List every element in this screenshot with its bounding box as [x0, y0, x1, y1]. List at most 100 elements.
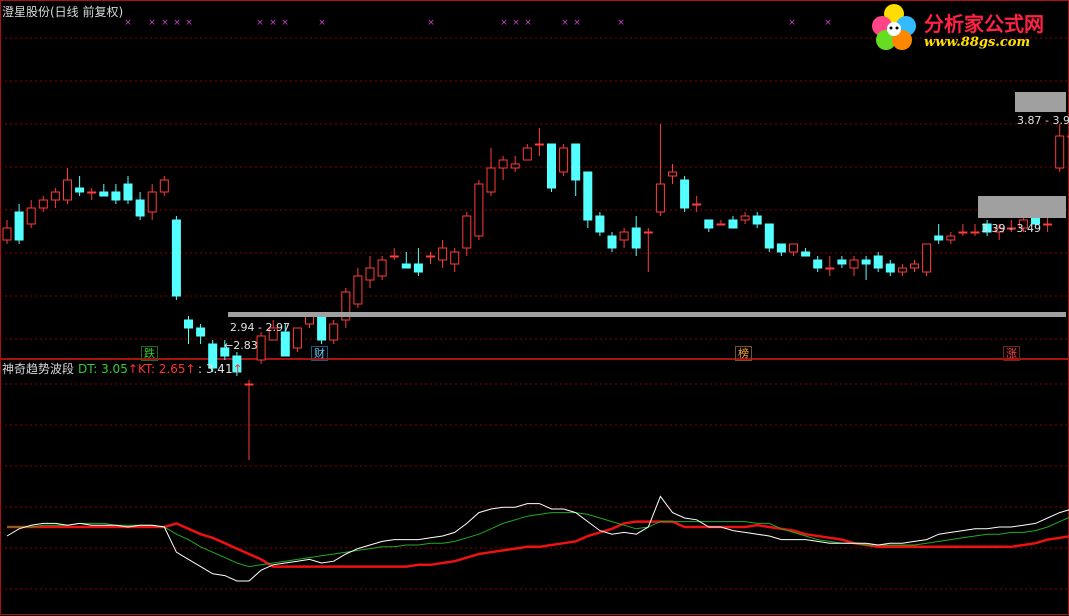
- candle-body: [740, 215, 750, 221]
- candle-body: [643, 231, 653, 234]
- candle-body: [873, 255, 883, 269]
- candle-body: [474, 183, 484, 237]
- candle-body: [280, 331, 290, 357]
- candle-body: [50, 191, 60, 201]
- candle-body: [256, 335, 266, 361]
- up-arrow-icon: ↑: [185, 362, 196, 376]
- candle-series: [2, 124, 1069, 460]
- candle-body: [607, 235, 617, 249]
- kt-value: KT: 2.65↑: [138, 362, 196, 376]
- mid-range-label: 3.39 - 3.49: [981, 222, 1041, 235]
- candle-body: [377, 259, 387, 277]
- marker-icon: ×: [269, 18, 277, 28]
- white-line-value: : 3.41↑: [198, 362, 243, 376]
- marker-icon: ×: [161, 18, 169, 28]
- candle-body: [389, 255, 399, 258]
- candle-body: [365, 267, 375, 281]
- high-range-label: 3.87 - 3.9: [1017, 114, 1069, 127]
- site-logo: 分析家公式网 www.88gs.com: [866, 2, 1066, 56]
- indicator-panel-frame: [0, 359, 1069, 615]
- candle-body: [413, 263, 423, 273]
- marker-icon: ×: [148, 18, 156, 28]
- event-tag[interactable]: 榜: [735, 346, 752, 361]
- candle-body: [946, 235, 956, 241]
- candle-body: [752, 215, 762, 225]
- candle-body: [534, 143, 544, 146]
- marker-icon: ×: [573, 18, 581, 28]
- candle-body: [26, 207, 36, 225]
- candle-body: [825, 267, 835, 270]
- candle-body: [668, 171, 677, 177]
- candle-body: [680, 179, 690, 209]
- candle-body: [922, 243, 932, 273]
- candle-body: [692, 203, 702, 206]
- chart-title: 澄星股份(日线 前复权): [2, 5, 124, 19]
- marker-icon: ×: [256, 18, 264, 28]
- marker-icon: ×: [524, 18, 532, 28]
- candle-body: [547, 143, 556, 189]
- candle-body: [861, 259, 871, 265]
- candle-body: [801, 251, 811, 257]
- candle-body: [184, 319, 193, 329]
- candle-body: [1055, 135, 1065, 169]
- marker-icon: ×: [318, 18, 326, 28]
- resistance-bar: [1015, 92, 1066, 112]
- candle-body: [292, 327, 302, 349]
- candle-body: [619, 231, 629, 241]
- marker-icon: ×: [512, 18, 520, 28]
- marker-icon: ×: [281, 18, 289, 28]
- chart-canvas[interactable]: × × × × × × × × × × × × × × × × × ×: [0, 0, 1069, 616]
- candle-body: [244, 383, 254, 386]
- candle-body: [764, 223, 774, 249]
- chart-grid: [0, 0, 1069, 615]
- candle-body: [401, 263, 411, 269]
- logo-text: 分析家公式网: [924, 12, 1044, 36]
- marker-icon: ×: [173, 18, 181, 28]
- candle-body: [522, 147, 532, 161]
- marker-icon: ×: [788, 18, 796, 28]
- dt-value: DT: 3.05↑: [78, 362, 138, 376]
- logo-url: www.88gs.com: [924, 35, 1031, 50]
- low-range-label: 2.94 - 2.97: [230, 321, 290, 334]
- candle-body: [571, 143, 581, 181]
- candle-body: [111, 191, 121, 201]
- event-tag[interactable]: 跌: [141, 346, 158, 361]
- candle-body: [655, 183, 665, 213]
- candle-body: [837, 259, 847, 265]
- candle-body: [498, 159, 508, 169]
- candle-body: [910, 263, 919, 269]
- candle-body: [813, 259, 823, 269]
- support-bar: [228, 312, 1066, 317]
- event-tag[interactable]: 涨: [1003, 346, 1020, 361]
- resistance-bar: [978, 196, 1066, 218]
- candle-body: [353, 275, 363, 305]
- candle-body: [159, 179, 169, 193]
- candle-body: [317, 315, 327, 341]
- candle-body: [631, 227, 641, 249]
- candle-body: [426, 255, 435, 258]
- candle-body: [2, 227, 12, 241]
- white-line: [6, 495, 1069, 582]
- up-arrow-icon: ↑: [232, 362, 243, 376]
- candle-body: [438, 247, 448, 261]
- candle-body: [885, 263, 895, 273]
- candle-body: [14, 211, 24, 241]
- candle-body: [595, 215, 605, 233]
- candle-body: [123, 183, 133, 201]
- candle-body: [704, 219, 714, 229]
- candle-body: [171, 219, 181, 297]
- candle-body: [559, 147, 569, 173]
- event-tag[interactable]: 财: [311, 346, 328, 361]
- candle-body: [63, 179, 72, 201]
- marker-icon: ×: [500, 18, 508, 28]
- candle-body: [789, 243, 798, 253]
- top-markers: × × × × × × × × × × × × × × × × × ×: [124, 18, 832, 28]
- candle-body: [305, 315, 314, 325]
- low-point-label: ←2.83: [224, 339, 258, 352]
- marker-icon: ×: [185, 18, 193, 28]
- candle-body: [196, 327, 206, 337]
- candle-body: [486, 167, 496, 193]
- candle-body: [147, 191, 157, 213]
- marker-icon: ×: [427, 18, 435, 28]
- candle-body: [87, 191, 97, 194]
